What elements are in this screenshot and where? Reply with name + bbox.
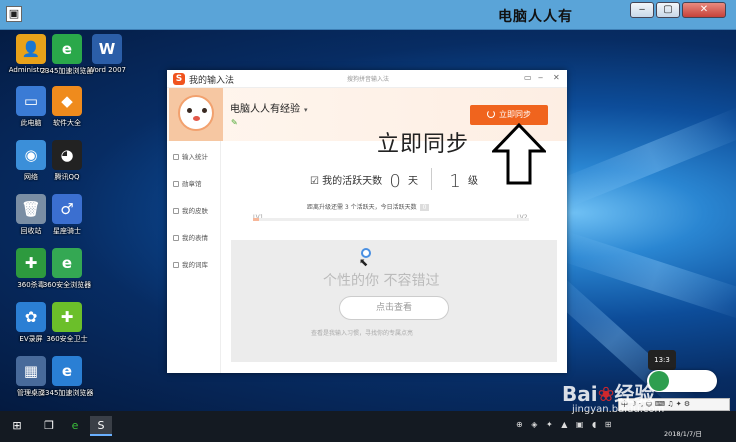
sync-now-button[interactable]: 立即同步 [470,105,548,125]
sogou-logo-icon: S [173,73,185,85]
avatar-face [178,95,214,131]
divider [431,168,433,190]
desktop-icon-label: 2345加速浏览器 [40,389,94,397]
desktop-icon-glyph: e [52,248,82,278]
app-icon: ▣ [6,6,22,22]
vm-titlebar: ▣ 电脑人人有 ‒ ▢ ✕ [0,0,736,30]
emoji-icon [173,235,179,241]
avatar[interactable] [169,88,223,141]
avatar-eye [202,108,207,113]
desktop-icon-glyph: ◕ [52,140,82,170]
level-progress-fill [253,218,259,221]
today-active-badge: 0 [419,204,430,211]
avatar-nose [193,116,200,121]
close-button[interactable]: ✕ [682,2,726,18]
desktop-icon-glyph: ♂ [52,194,82,224]
nav-item-medals[interactable]: 勋章馆 [173,178,219,190]
taskbar-date[interactable]: 2018/1/7/日 [664,428,702,438]
desktop-icon-label: 360安全浏览器 [42,281,92,289]
task-view-button[interactable]: ❐ [38,416,60,436]
calendar-icon: ☑ [310,176,319,187]
desktop-icon[interactable]: ◕ 腾讯QQ [40,140,94,182]
desktop-icon-glyph: e [52,34,82,64]
username-text: 电脑人人有经验 [230,104,300,115]
watermark-url: jingyan.baidu.com [572,404,665,415]
baidu-watermark: Bai❀经验 jingyan.baidu.com [562,366,736,422]
book-icon [173,262,179,268]
active-days-value: 0 [389,171,401,192]
feature-slogan: 个性的你 不容错过 [323,273,440,289]
desktop-icon-glyph: e [52,356,82,386]
window-title: 我的输入法 [189,76,235,86]
feature-panel: ⬉ 个性的你 不容错过 点击查看 查看是我输入习惯，寻找你的专属点亮 [231,240,557,362]
desktop-icon-glyph: ✚ [52,302,82,332]
medal-icon [173,181,179,187]
chart-icon [173,154,179,160]
skin-icon[interactable]: ▭ [524,73,532,82]
sogou-taskbar-icon[interactable]: S [90,416,112,436]
window-close-button[interactable]: ✕ [553,73,560,82]
vm-title: 电脑人人有 [498,9,573,25]
level-value: 1 [449,171,461,192]
pencil-icon[interactable]: ✎ [231,118,238,127]
desktop-icon[interactable]: ◆ 软件大全 [40,86,94,128]
nav-item-emoji[interactable]: 我的表情 [173,232,219,244]
browser-taskbar-icon[interactable]: e [64,416,86,436]
desktop-icon-label: 软件大全 [53,119,81,127]
feature-hint: 查看是我输入习惯，寻找你的专属点亮 [311,330,414,337]
upgrade-tip: 距离升级还需 3 个活跃天，今日活跃天数 0 [307,202,430,211]
nav-item-skins[interactable]: 我的皮肤 [173,205,219,217]
desktop-icon-label: 星座骑士 [53,227,81,235]
chevron-down-icon: ▾ [304,106,308,114]
start-button[interactable]: ⊞ [6,416,28,436]
light-beam [554,106,736,209]
window-header: S 我的输入法 搜狗拼音输入法 ▭ ‒ ✕ [167,70,567,88]
minimize-button[interactable]: ‒ [630,2,654,18]
desktop-icon[interactable]: e 360安全浏览器 [40,248,94,290]
annotation-text: 立即同步 [377,132,470,157]
desktop-icon-label: 360安全卫士 [46,335,88,343]
desktop-icon-glyph: W [92,34,122,64]
sync-label: 立即同步 [499,110,531,119]
side-nav: 输入统计 勋章馆 我的皮肤 我的表情 我的词库 [167,141,221,373]
view-button[interactable]: 点击查看 [339,296,449,320]
nav-item-input-stats[interactable]: 输入统计 [173,151,219,163]
sync-icon [487,110,495,118]
active-days-row: ☑ 我的活跃天数 0 天 1 级 [310,168,478,192]
desktop-icon[interactable]: e 2345加速浏览器 [40,356,94,398]
window-subtitle: 搜狗拼音输入法 [347,76,390,83]
active-days-label: 我的活跃天数 [322,176,383,187]
watermark-brand: Bai❀经验 [562,382,655,406]
avatar-eye [187,108,192,113]
cursor-icon: ⬉ [359,256,369,269]
desktop-icon[interactable]: ♂ 星座骑士 [40,194,94,236]
level-unit: 级 [468,176,478,187]
desktop-icon-label: Word 2007 [87,66,127,74]
maximize-button[interactable]: ▢ [656,2,680,18]
arrow-up-icon [492,123,546,185]
desktop-icon[interactable]: W Word 2007 [80,34,134,74]
sogou-window: S 我的输入法 搜狗拼音输入法 ▭ ‒ ✕ 电脑人人有经验 ▾ ✎ 立即同步 输入… [167,70,567,373]
window-minimize-button[interactable]: ‒ [538,73,543,82]
desktop-icon[interactable]: ✚ 360安全卫士 [40,302,94,344]
skin-icon [173,208,179,214]
level-progress-bar [253,218,529,221]
nav-item-dictionary[interactable]: 我的词库 [173,259,219,271]
username[interactable]: 电脑人人有经验 ▾ [230,100,308,115]
desktop-icon-glyph: ◆ [52,86,82,116]
desktop-icon-label: 腾讯QQ [54,173,80,181]
day-unit: 天 [407,176,418,187]
paw-icon: ❀ [597,382,615,406]
